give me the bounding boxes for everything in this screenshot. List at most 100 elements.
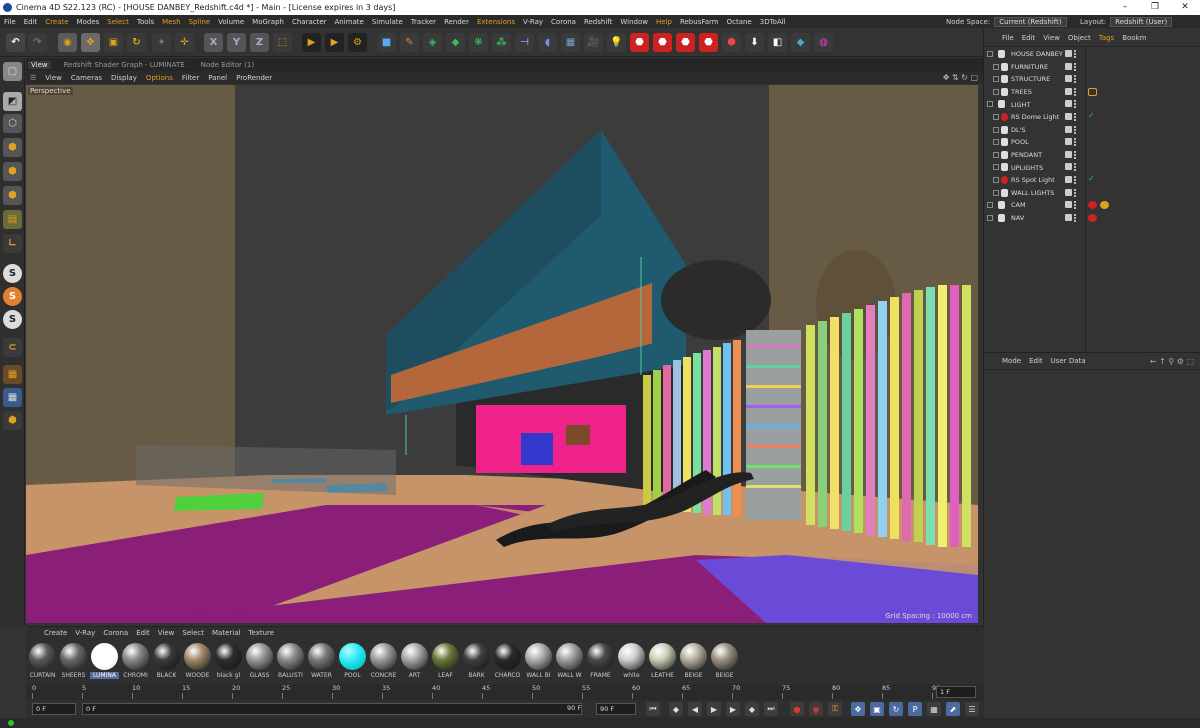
workplane-icon[interactable]: ▦ [3,365,22,384]
menu-file[interactable]: File [4,18,16,26]
expand-toggle-icon[interactable] [993,76,999,83]
deformer-icon[interactable]: ⊣ [515,33,534,52]
material-swatch[interactable]: LEATHE [648,643,677,681]
mm-menu-corona[interactable]: Corona [103,629,128,637]
expand-toggle-icon[interactable] [987,101,993,108]
menu-edit[interactable]: Edit [24,18,38,26]
object-row[interactable]: DL'S [984,124,1200,137]
object-row[interactable]: RS Dome Light ✓ [984,111,1200,124]
camera-icon[interactable]: 🎥 [584,33,603,52]
visibility-dots-icon[interactable] [1074,113,1077,121]
rebus-icon[interactable]: ◧ [768,33,787,52]
am-nav-icons[interactable]: ← ↑ ⚲ ⚙ ⬚ [1150,357,1194,366]
mm-menu-texture[interactable]: Texture [248,629,274,637]
minimize-button[interactable]: – [1110,0,1140,15]
y-axis-icon[interactable]: Y [227,33,246,52]
visibility-dots-icon[interactable] [1074,50,1077,58]
tab-shader-graph[interactable]: Redshift Shader Graph - LUMINATE [61,61,188,69]
grid-icon[interactable]: ▦ [3,388,22,407]
object-row[interactable]: TREES [984,86,1200,99]
interpolation-icon[interactable]: ⬈ [946,702,960,716]
om-menu-file[interactable]: File [1002,34,1014,42]
material-swatch[interactable]: CONCRE [369,643,398,681]
material-swatch[interactable]: BLACK [152,643,181,681]
material-swatch[interactable]: CURTAIN [28,643,57,681]
viewport-menu-prorender[interactable]: ProRender [236,74,272,82]
render-view-icon[interactable]: ▶ [302,33,321,52]
material-swatch[interactable]: BALUSTI [276,643,305,681]
next-key-icon[interactable]: ◆ [745,702,759,716]
visibility-dots-icon[interactable] [1074,188,1077,197]
redshift-spot-light-icon[interactable]: ⬣ [699,33,718,52]
pen-spline-icon[interactable]: ✎ [400,33,419,52]
points-mode-icon[interactable]: ⬢ [3,138,22,157]
model-mode-icon[interactable]: ◩ [3,92,22,111]
menu-rebusfarm[interactable]: RebusFarm [680,18,719,26]
key-parameter-icon[interactable]: P [908,702,922,716]
edges-mode-icon[interactable]: ⬢ [3,162,22,181]
maximize-button[interactable]: ❐ [1140,0,1170,15]
selection-tool-icon[interactable]: ◉ [58,33,77,52]
menu-octane[interactable]: Octane [727,18,752,26]
menu-create[interactable]: Create [45,18,68,26]
object-row[interactable]: STRUCTURE [984,73,1200,86]
material-swatch[interactable]: LUMINA [90,643,119,681]
move-tool-icon[interactable]: ✥ [81,33,100,52]
snap-icon[interactable]: S [3,264,22,283]
object-row[interactable]: HOUSE DANBEY [984,48,1200,61]
menu-window[interactable]: Window [620,18,648,26]
material-swatch[interactable]: WALL BI [524,643,553,681]
object-row[interactable]: LIGHT [984,98,1200,111]
menu-tools[interactable]: Tools [137,18,154,26]
redshift-area-light-icon[interactable]: ⬣ [653,33,672,52]
material-swatch[interactable]: CHROMI [121,643,150,681]
enable-checkbox[interactable] [1065,62,1072,70]
workplane-snap-icon[interactable]: S [3,310,22,329]
object-row[interactable]: PENDANT [984,149,1200,162]
om-menu-bookmarks[interactable]: Bookm [1122,34,1146,42]
menu-extensions[interactable]: Extensions [477,18,515,26]
material-swatch[interactable]: CHARCO [493,643,522,681]
redo-icon[interactable]: ↷ [28,33,47,52]
field-icon[interactable]: ◖ [538,33,557,52]
autokey-icon[interactable]: ◉ [809,702,823,716]
snap-settings-icon[interactable]: S [3,287,22,306]
visibility-dots-icon[interactable] [1074,163,1077,172]
mm-menu-edit[interactable]: Edit [136,629,150,637]
object-row[interactable]: NAV [984,212,1200,225]
material-swatch[interactable]: SHEERS [59,643,88,681]
om-menu-view[interactable]: View [1043,34,1060,42]
expand-toggle-icon[interactable] [993,139,999,146]
visibility-dots-icon[interactable] [1074,176,1077,184]
om-menu-edit[interactable]: Edit [1022,34,1036,42]
rotate-tool-icon[interactable]: ↻ [127,33,146,52]
object-row[interactable]: WALL LIGHTS [984,187,1200,200]
go-to-start-icon[interactable]: ⏮ [646,702,660,716]
am-menu-edit[interactable]: Edit [1029,357,1043,365]
viewport-menu-view[interactable]: View [45,74,62,82]
menu-help[interactable]: Help [656,18,672,26]
check-tag-icon[interactable]: ✓ [1088,174,1097,183]
material-swatch[interactable]: LEAF [431,643,460,681]
object-row[interactable]: UPLIGHTS [984,161,1200,174]
previous-frame-icon[interactable]: ◀ [688,702,702,716]
previous-key-icon[interactable]: ◆ [669,702,683,716]
material-swatch[interactable]: WATER [307,643,336,681]
object-row[interactable]: CAM [984,199,1200,212]
cloner-icon[interactable]: ❋ [469,33,488,52]
expand-toggle-icon[interactable] [993,88,999,95]
menu-modes[interactable]: Modes [77,18,100,26]
key-scale-icon[interactable]: ▣ [870,702,884,716]
am-menu-user-data[interactable]: User Data [1051,357,1086,365]
node-space-dropdown[interactable]: Current (Redshift) [994,16,1067,27]
visibility-dots-icon[interactable] [1074,201,1077,210]
enable-checkbox[interactable] [1065,150,1072,158]
mm-menu-material[interactable]: Material [212,629,240,637]
expand-toggle-icon[interactable] [987,202,993,209]
material-swatch[interactable]: GLASS [245,643,274,681]
expand-toggle-icon[interactable] [993,151,999,158]
visibility-dots-icon[interactable] [1074,62,1077,71]
enable-checkbox[interactable] [1065,188,1072,196]
menu-corona[interactable]: Corona [551,18,576,26]
material-swatch[interactable]: POOL [338,643,367,681]
